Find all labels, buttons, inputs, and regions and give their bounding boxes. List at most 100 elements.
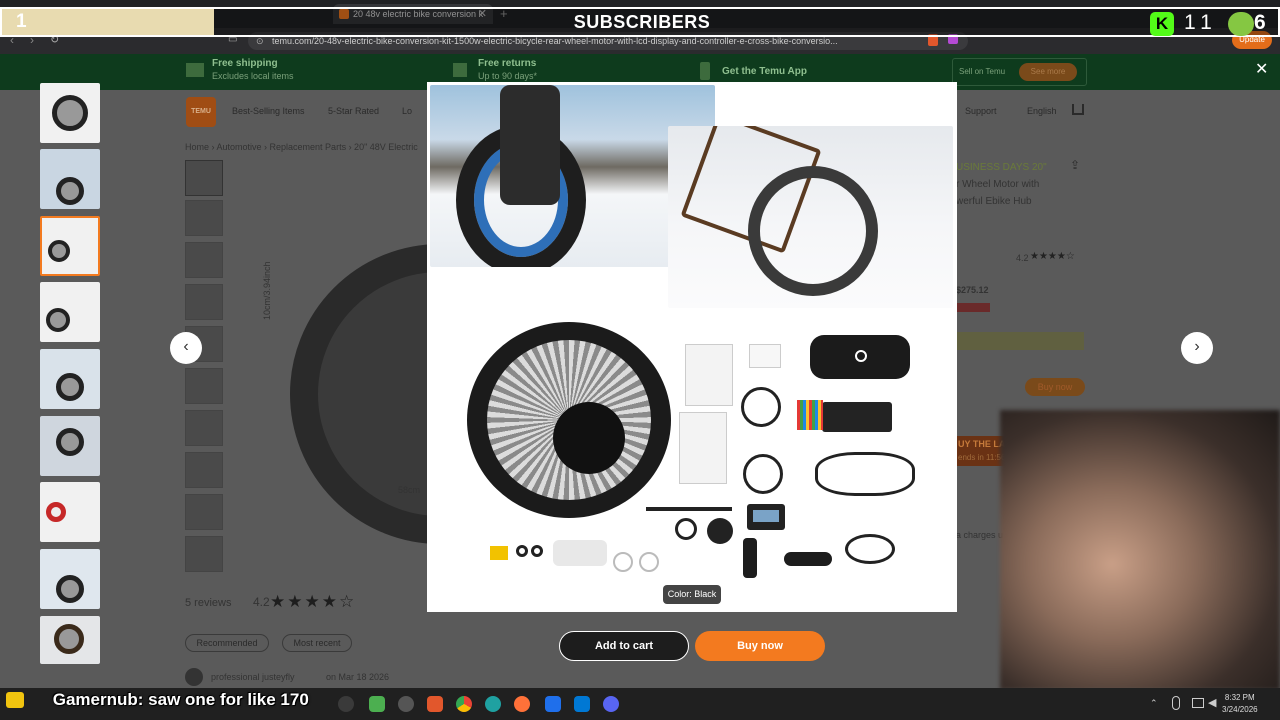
- gallery-thumb[interactable]: [40, 549, 100, 609]
- tray-chevron-icon[interactable]: ⌃: [1150, 698, 1158, 709]
- throttle-wire: [845, 534, 895, 564]
- breadcrumb[interactable]: Home › Automotive › Replacement Parts › …: [185, 142, 418, 152]
- wheel-rim: [487, 340, 651, 500]
- gallery-thumb[interactable]: [40, 349, 100, 409]
- rear-wheel: [748, 166, 878, 296]
- rumble-icon: [1228, 12, 1254, 36]
- promo-app[interactable]: Get the Temu App: [722, 66, 807, 77]
- brave-taskbar-icon[interactable]: [427, 696, 443, 712]
- firefox-taskbar-icon[interactable]: [514, 696, 530, 712]
- cable-loop: [675, 518, 697, 540]
- gallery-thumb[interactable]: [40, 482, 100, 542]
- brake-levers: [815, 452, 915, 496]
- yellow-tag: [490, 546, 508, 560]
- taskbar-app-icon[interactable]: [338, 696, 354, 712]
- thumb-wheel: [52, 95, 88, 131]
- gallery-thumb[interactable]: [40, 83, 100, 143]
- page-buy-now[interactable]: Buy now: [1025, 378, 1085, 396]
- temu-logo[interactable]: TEMU: [186, 97, 216, 127]
- title-frag-2: r Wheel Motor with: [956, 179, 1040, 190]
- clock-date: 3/24/2026: [1222, 705, 1258, 714]
- price-badge: [956, 303, 990, 312]
- taskbar-app-icon[interactable]: [369, 696, 385, 712]
- most-recent-filter[interactable]: Most recent: [282, 634, 352, 652]
- product-image-viewer: Color: Black: [427, 82, 957, 612]
- chat-text: saw one for like 170: [148, 690, 309, 709]
- half-throttle: [784, 552, 832, 566]
- page-thumb[interactable]: [185, 242, 223, 278]
- sell-on-temu-link[interactable]: Sell on Temu: [959, 67, 1005, 76]
- see-more-button[interactable]: See more: [1019, 63, 1077, 81]
- volume-icon[interactable]: ◀: [1208, 696, 1216, 709]
- kick-viewer-count: 11: [1184, 11, 1218, 34]
- gallery-thumb[interactable]: [40, 149, 100, 209]
- webcam-feed: [1000, 410, 1280, 690]
- page-thumb[interactable]: [185, 284, 223, 320]
- reviewer-avatar: [185, 668, 203, 686]
- vscode-taskbar-icon[interactable]: [574, 696, 590, 712]
- controller-wires: [797, 400, 823, 430]
- nav-support[interactable]: Support: [965, 106, 997, 116]
- page-thumb[interactable]: [185, 494, 223, 530]
- edge-taskbar-icon[interactable]: [485, 696, 501, 712]
- subscriber-goal-bar: 1 SUBSCRIBERS K 11 6: [0, 7, 1280, 37]
- nav-language[interactable]: English: [1027, 106, 1057, 116]
- thumb-wheel: [56, 428, 84, 456]
- close-modal-icon[interactable]: ✕: [1255, 59, 1268, 79]
- motor-wheel: [467, 322, 671, 518]
- taskbar-app-icon[interactable]: [398, 696, 414, 712]
- manual-card: [749, 344, 781, 368]
- promo-shipping[interactable]: Free shipping Excludes local items: [212, 58, 294, 81]
- manual-page: [685, 344, 733, 406]
- page-thumb[interactable]: [185, 410, 223, 446]
- lcd-screen: [753, 510, 779, 522]
- title-frag-3: werful Ebike Hub: [956, 196, 1032, 207]
- page-thumb[interactable]: [185, 536, 223, 572]
- chrome-taskbar-icon[interactable]: [456, 696, 472, 712]
- title-frag-1: USINESS DAYS 20": [956, 162, 1047, 173]
- add-to-cart-button[interactable]: Add to cart: [559, 631, 689, 661]
- torque-arm: [646, 507, 732, 511]
- recommended-filter[interactable]: Recommended: [185, 634, 269, 652]
- wiring-diagram: [679, 412, 727, 484]
- share-icon[interactable]: ⇪: [1070, 158, 1080, 172]
- prev-image-button[interactable]: ‹: [170, 332, 202, 364]
- microphone-icon[interactable]: [1172, 696, 1180, 710]
- reviewer-name: professional justeyfly: [211, 672, 295, 682]
- network-icon[interactable]: [1192, 698, 1204, 708]
- grip: [743, 538, 757, 578]
- reviews-count[interactable]: 5 reviews: [185, 597, 231, 609]
- next-image-button[interactable]: ›: [1181, 332, 1213, 364]
- promo-returns[interactable]: Free returns Up to 90 days*: [478, 58, 537, 81]
- bag-logo: [855, 350, 867, 362]
- thumb-wheel: [56, 373, 84, 401]
- gallery-thumb-active[interactable]: [40, 216, 100, 276]
- charges-text: a charges u: [956, 530, 1004, 540]
- taskbar-app-icon[interactable]: [545, 696, 561, 712]
- url-text: temu.com/20-48v-electric-bike-conversion…: [272, 36, 838, 46]
- product-photo-bike-snow-2: [668, 126, 953, 308]
- washer: [531, 545, 543, 557]
- page-thumb[interactable]: [185, 368, 223, 404]
- gallery-thumb[interactable]: [40, 616, 100, 664]
- thumb-wheel: [46, 308, 70, 332]
- dimension-width: 58cm: [398, 485, 421, 495]
- cable-coil: [741, 387, 781, 427]
- page-thumb[interactable]: [185, 200, 223, 236]
- page-thumb[interactable]: [185, 160, 223, 196]
- page-rating: 4.2: [1016, 253, 1029, 263]
- system-clock[interactable]: 8:32 PM 3/24/2026: [1222, 692, 1258, 716]
- gallery-thumb[interactable]: [40, 416, 100, 476]
- discord-taskbar-icon[interactable]: [603, 696, 619, 712]
- nav-five-star[interactable]: 5-Star Rated: [328, 106, 379, 116]
- gallery-thumb[interactable]: [40, 282, 100, 342]
- buy-now-button[interactable]: Buy now: [695, 631, 825, 661]
- nav-best-selling[interactable]: Best-Selling Items: [232, 106, 305, 116]
- nav-lo[interactable]: Lo: [402, 106, 412, 116]
- hose-clamp: [613, 552, 633, 572]
- thumb-wheel: [56, 177, 84, 205]
- cart-icon[interactable]: [1072, 104, 1084, 115]
- page-thumb[interactable]: [185, 452, 223, 488]
- chat-message: Gamernub: saw one for like 170: [6, 690, 309, 710]
- reviews-rating: 4.2: [253, 595, 270, 609]
